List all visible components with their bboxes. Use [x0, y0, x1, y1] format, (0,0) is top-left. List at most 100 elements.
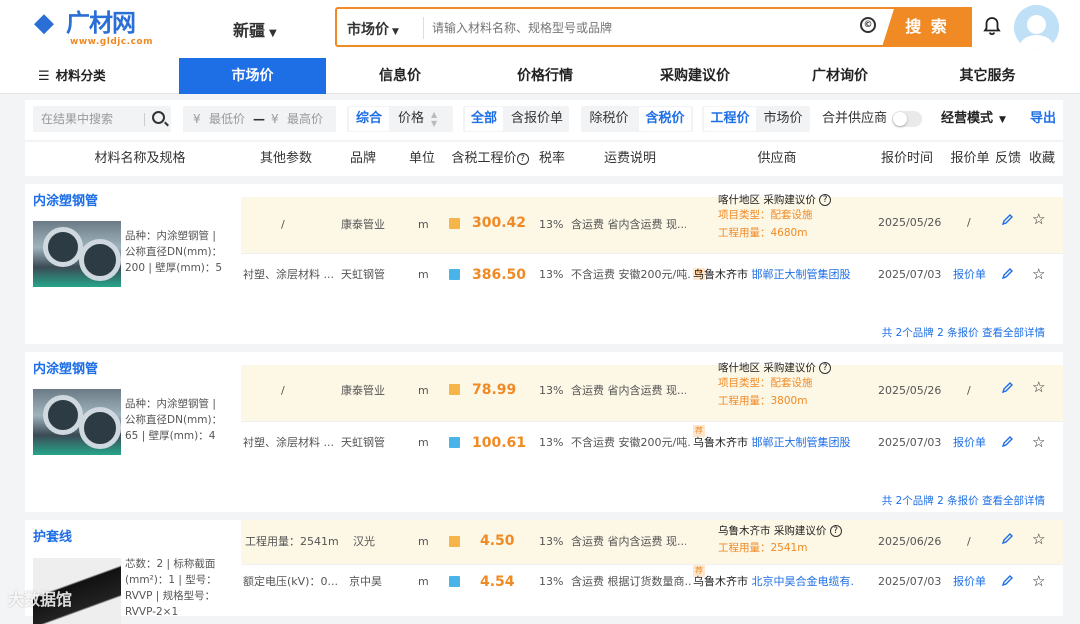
row-tax: 13% [539, 436, 564, 449]
pipe-shape [79, 407, 121, 449]
supplier-link[interactable]: 邯郸正大制管集团股... [752, 268, 852, 281]
row-param: / [281, 384, 285, 397]
view-all-link[interactable]: 共 2个品牌 2 条报价 查看全部详情 [882, 325, 1045, 340]
pipe-shape [43, 227, 83, 267]
row-price[interactable]: 4.50 [480, 520, 515, 562]
nav-item-price-trend[interactable]: 价格行情 [500, 58, 590, 94]
sort-price[interactable]: 价格 [393, 107, 429, 131]
edit-icon[interactable] [1001, 575, 1013, 587]
tax-included[interactable]: 含税价 [639, 107, 691, 131]
star-icon[interactable]: ☆ [1032, 573, 1045, 589]
search-box: 市场价▼ © 搜 索 [335, 7, 972, 47]
help-icon[interactable]: ? [829, 525, 842, 537]
business-mode-select[interactable]: 经营模式 ▼ [941, 106, 1006, 133]
product-image[interactable] [33, 221, 121, 287]
edit-icon[interactable] [1001, 268, 1013, 280]
site-logo[interactable]: ◆ 广材网 www.gldjc.com [34, 8, 154, 50]
edit-icon[interactable] [1001, 436, 1013, 448]
edit-icon[interactable] [1001, 533, 1013, 545]
nav-item-market-price[interactable]: 市场价 [179, 58, 326, 94]
row-tax: 13% [539, 218, 564, 231]
row-freight: 不含运费 安徽200元/吨... [571, 436, 691, 449]
usage-label: 工程用量： [718, 542, 771, 554]
product-card: 内涂塑钢管 品种：内涂塑钢管 | 公称直径DN(mm)：65 | 壁厚(mm)：… [25, 352, 1063, 512]
usage-label: 工程用量： [718, 395, 771, 407]
caret-down-icon: ▼ [392, 27, 399, 37]
col-name: 材料名称及规格 [94, 151, 186, 166]
row-brand: 康泰管业 [341, 384, 385, 397]
edit-icon[interactable] [1001, 382, 1013, 394]
price-kind-engineering[interactable]: 工程价 [704, 107, 756, 131]
price-type-icon [449, 384, 460, 395]
quote-sheet-link[interactable]: 报价单 [953, 250, 986, 300]
product-card: 护套线 芯数：2 | 标称截面(mm²)：1 | 型号：RVVP | 规格型号：… [25, 520, 1063, 624]
project-type-label: 项目类型： [718, 377, 771, 389]
watermark: 大数据馆 [8, 590, 73, 609]
tax-toggle: 除税价 含税价 [581, 106, 693, 132]
avatar[interactable] [1014, 5, 1059, 50]
col-feedback: 反馈 [994, 151, 1021, 166]
product-spec: 品种：内涂塑钢管 | 公称直径DN(mm)：65 | 壁厚(mm)：4 [125, 398, 223, 442]
menu-icon: ☰ [38, 69, 50, 84]
row-date: 2025/05/26 [878, 384, 942, 397]
quote-sheet-link[interactable]: 报价单 [953, 558, 986, 606]
product-name[interactable]: 内涂塑钢管 [33, 190, 98, 209]
quote-row: 额定电压(kV)：0... 京中昊 m 4.54 13% 含运费 根据订货数量商… [241, 558, 1063, 606]
help-icon[interactable]: ? [819, 194, 832, 206]
row-price[interactable]: 78.99 [472, 365, 516, 415]
min-price-input[interactable]: 最低价 [209, 106, 245, 132]
max-price-input[interactable]: 最高价 [287, 106, 323, 132]
star-icon[interactable]: ☆ [1032, 434, 1045, 450]
divider [144, 113, 145, 126]
divider [423, 17, 424, 39]
business-mode-label: 经营模式 [941, 111, 994, 126]
type-with-quote[interactable]: 含报价单 [507, 107, 567, 131]
row-price[interactable]: 4.54 [480, 558, 515, 606]
quote-sheet-link[interactable]: 报价单 [953, 418, 986, 468]
nav-label: 材料分类 [55, 68, 106, 83]
nav-item-purchase-advice[interactable]: 采购建议价 [645, 58, 745, 94]
type-all[interactable]: 全部 [465, 107, 503, 131]
product-name[interactable]: 护套线 [33, 526, 72, 545]
sort-arrows-icon[interactable]: ▲ ▼ [431, 106, 437, 128]
merge-supplier-switch[interactable] [892, 111, 922, 127]
row-price[interactable]: 386.50 [472, 250, 526, 300]
search-icon[interactable] [152, 111, 165, 124]
product-name[interactable]: 内涂塑钢管 [33, 358, 98, 377]
row-quote: / [967, 384, 971, 397]
result-search-input[interactable]: 在结果中搜索 [33, 106, 171, 132]
search-mode-select[interactable]: 市场价 ▼ [347, 19, 399, 39]
search-button[interactable]: 搜 索 [882, 7, 972, 47]
col-quote: 报价单 [950, 151, 990, 166]
nav-item-other[interactable]: 其它服务 [945, 58, 1030, 94]
image-search-icon[interactable]: © [860, 17, 876, 33]
tax-excluded[interactable]: 除税价 [583, 107, 635, 131]
nav-item-inquiry[interactable]: 广材询价 [795, 58, 885, 94]
export-button[interactable]: 导出 [1030, 106, 1056, 132]
supplier-link[interactable]: 北京中昊合金电缆有... [752, 575, 854, 588]
bell-icon[interactable] [983, 16, 1001, 36]
region-selector[interactable]: 新疆 ▼ [233, 17, 277, 41]
help-icon[interactable]: ? [516, 153, 529, 165]
star-icon[interactable]: ☆ [1032, 379, 1045, 395]
price-kind-market[interactable]: 市场价 [758, 107, 808, 131]
nav-item-info-price[interactable]: 信息价 [360, 58, 440, 94]
row-date: 2025/07/03 [878, 268, 942, 281]
row-price[interactable]: 100.61 [472, 418, 526, 468]
supplier-link[interactable]: 邯郸正大制管集团股... [752, 436, 852, 449]
star-icon[interactable]: ☆ [1032, 531, 1045, 547]
star-icon[interactable]: ☆ [1032, 211, 1045, 227]
star-icon[interactable]: ☆ [1032, 266, 1045, 282]
nav-item-category[interactable]: ☰ 材料分类 [38, 58, 118, 94]
product-image[interactable] [33, 389, 121, 455]
usage-value: 4680m [770, 227, 808, 239]
row-freight: 含运费 省内含运费 现... [571, 384, 686, 397]
quote-row: 衬塑、涂层材料 ... 天虹钢管 m 100.61 13% 不含运费 安徽200… [241, 418, 1063, 468]
col-params: 其他参数 [259, 151, 312, 166]
row-price[interactable]: 300.42 [472, 197, 526, 249]
search-input[interactable] [432, 15, 852, 41]
edit-icon[interactable] [1001, 214, 1013, 226]
view-all-link[interactable]: 共 2个品牌 2 条报价 查看全部详情 [882, 493, 1045, 508]
sort-comprehensive[interactable]: 综合 [349, 107, 389, 131]
help-icon[interactable]: ? [819, 362, 832, 374]
